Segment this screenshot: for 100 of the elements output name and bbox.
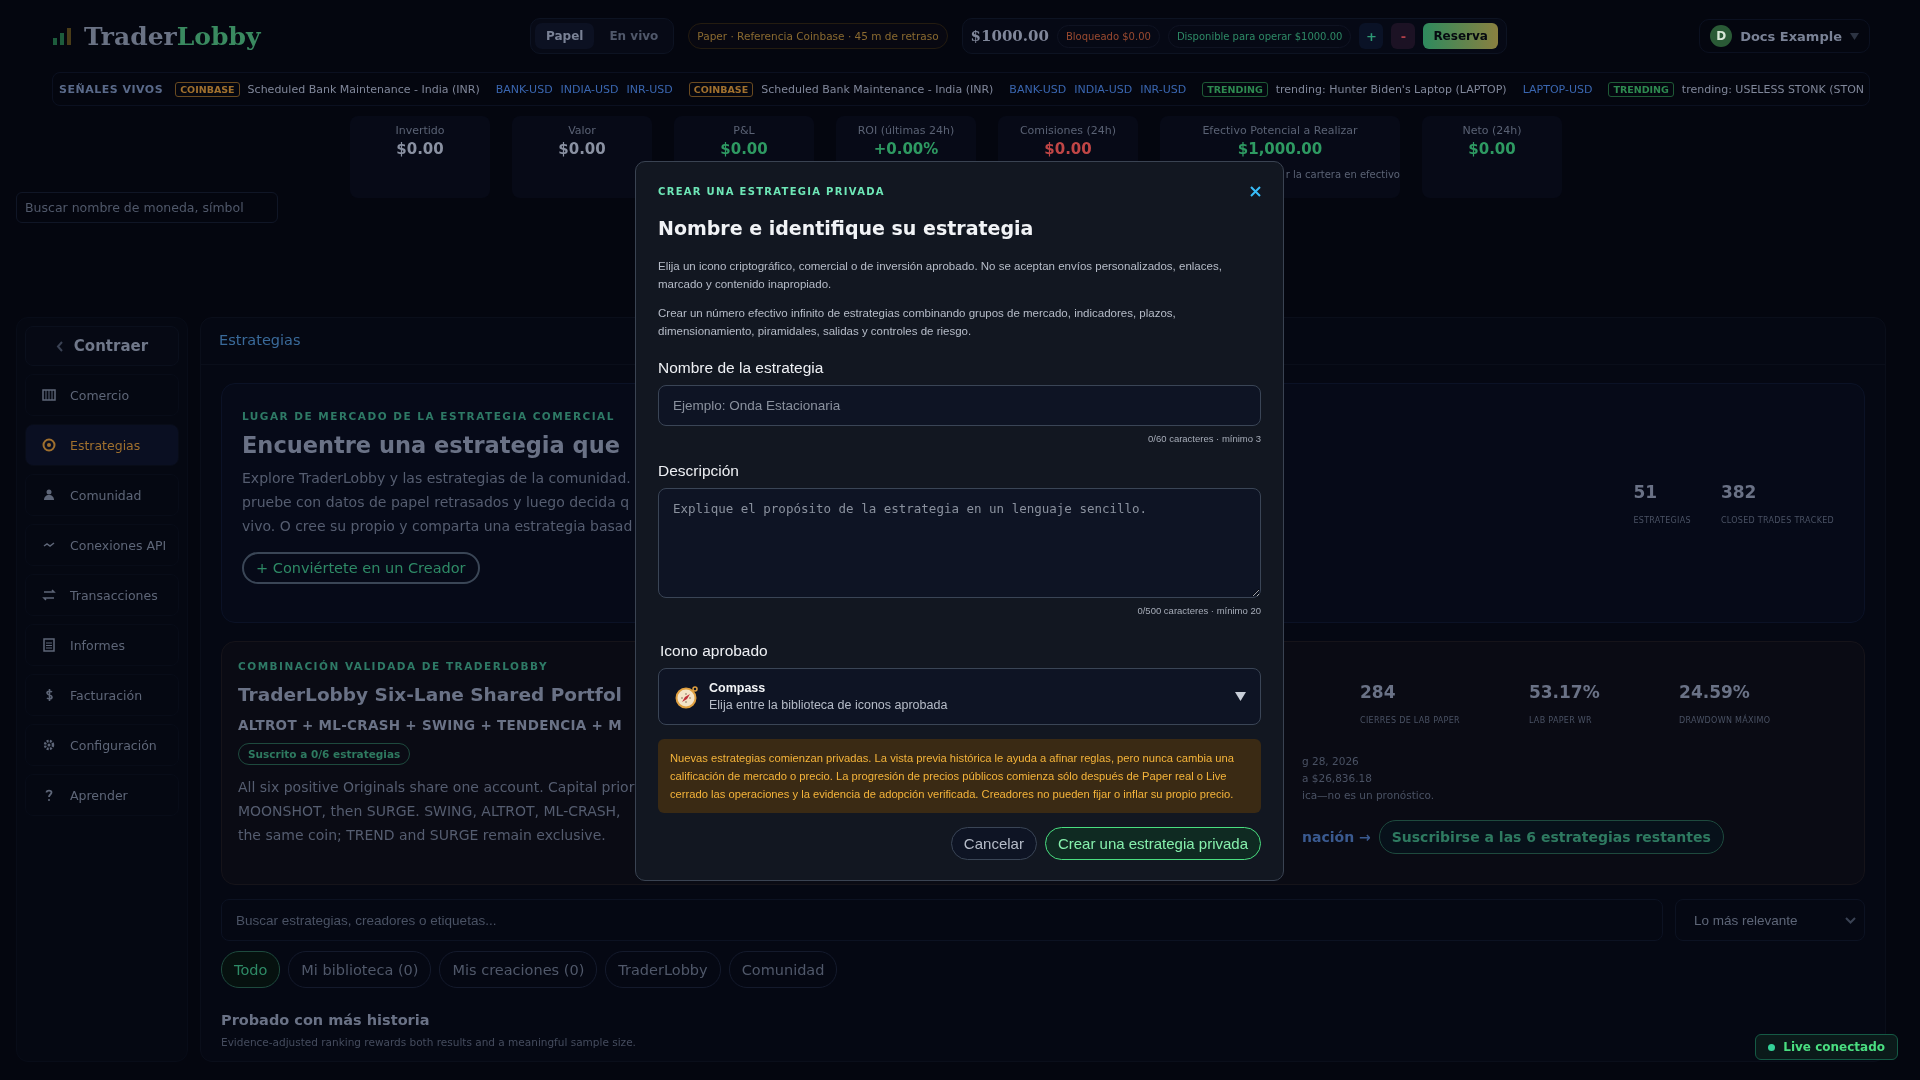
user-name: Docs Example: [1740, 28, 1842, 44]
withdraw-button[interactable]: -: [1391, 23, 1416, 49]
notice-message: Nuevas estrategias comienzan privadas. La vista previa histórica le ayuda a afinar reglas, pero nunca cambia una calificación de mercado o precio. La progresión de precios públicos comienza sólo después de Paper real o Live cerrado las operaciones y la evidencia de adopción verificada. Creadores no pueden fijar o inflar su propio precio.: [658, 739, 1261, 813]
icon-select[interactable]: Compass Elija entre la biblioteca de iconos aprobada: [658, 668, 1261, 725]
sidebar-item[interactable]: Aprender: [25, 774, 179, 816]
feed-status: Paper · Referencia Coinbase · 45 m de retraso: [688, 23, 948, 49]
metric-note: r la cartera en efectivo: [1285, 169, 1400, 180]
body-line: Explore TraderLobby y las estrategias de la comunidad.: [242, 469, 632, 488]
stat-label: DRAWDOWN MÁXIMO: [1679, 716, 1772, 725]
metric-value: $0.00: [720, 140, 768, 158]
card-eyebrow: COMBINACIÓN VALIDADA DE TRADERLOBBY: [238, 660, 550, 672]
body-line: MOONSHOT, then SURGE. SWING, ALTROT, ML-CRASH,: [238, 802, 622, 821]
detail-line: ica—no es un pronóstico.: [1302, 788, 1436, 803]
metric-label: Invertido: [395, 124, 445, 137]
sort-dropdown[interactable]: Lo más relevante: [1675, 899, 1865, 941]
body-line: pruebe con datos de papel retrasados y luego decida q: [242, 493, 631, 512]
body-line: the same coin; TREND and SURGE remain exclusive.: [238, 826, 607, 845]
collapse-button[interactable]: Contraer: [25, 326, 179, 366]
detail-line: a $26,836.18: [1302, 771, 1373, 786]
strategy-name-field[interactable]: Ejemplo: Onda Estacionaria: [658, 385, 1261, 426]
sidebar-item[interactable]: Transacciones: [25, 574, 179, 616]
detail-line: g 28, 2026: [1302, 754, 1360, 769]
card-eyebrow: LUGAR DE MERCADO DE LA ESTRATEGIA COMERCIAL: [242, 410, 616, 422]
metric-label: Efectivo Potencial a Realizar: [1202, 124, 1358, 137]
metric-value: $0.00: [1468, 140, 1516, 158]
stat-label: CIERRES DE LAB PAPER: [1360, 716, 1461, 725]
lane-list: ALTROT + ML-CRASH + SWING + TENDENCIA + M: [238, 717, 658, 733]
signal-text: Scheduled Bank Maintenance - India (INR): [247, 82, 480, 96]
symbol-link[interactable]: INDIA-USD: [1074, 82, 1133, 96]
signal-text: Scheduled Bank Maintenance - India (INR): [761, 82, 994, 96]
sidebar-item[interactable]: Comercio: [25, 374, 179, 416]
character-counter: 0/60 caracteres · mínimo 3: [1148, 433, 1261, 444]
symbol-link[interactable]: INDIA-USD: [560, 82, 619, 96]
sidebar-item[interactable]: Configuración: [25, 724, 179, 766]
deposit-button[interactable]: +: [1359, 23, 1384, 49]
cancel-button[interactable]: Cancelar: [950, 827, 1037, 860]
character-counter: 0/500 caracteres · mínimo 20: [1137, 605, 1261, 616]
body-line: All six positive Originals share one account. Capital prior: [238, 778, 636, 797]
body-line: vivo. O cree su propio y comparta una estrategia basad: [242, 517, 634, 536]
source-tag: TRENDING: [1202, 81, 1268, 97]
details-link[interactable]: nación →: [1302, 829, 1371, 845]
stat-label: CLOSED TRADES TRACKED: [1720, 515, 1834, 525]
user-avatar: D: [1710, 25, 1733, 47]
filter-chip[interactable]: Comunidad: [728, 951, 838, 988]
filter-chip[interactable]: Mi biblioteca (0): [288, 951, 432, 988]
metric-value: $1,000.00: [1237, 140, 1323, 158]
filter-chip[interactable]: TraderLobby: [605, 951, 721, 988]
sidebar-item[interactable]: Conexiones API: [25, 524, 179, 566]
app-logo[interactable]: TraderLobby: [84, 21, 261, 51]
filter-chip[interactable]: Mis creaciones (0): [439, 951, 598, 988]
stat-value: 382: [1720, 481, 1758, 502]
sidebar-item[interactable]: Informes: [25, 624, 179, 666]
stat-label: ESTRATEGIAS: [1633, 515, 1691, 525]
symbol-link[interactable]: INR-USD: [626, 82, 673, 96]
connection-status: Live conectado: [1755, 1034, 1898, 1060]
symbol-link[interactable]: BANK-USD: [495, 82, 553, 96]
stat-value: 51: [1633, 481, 1659, 502]
balance: $1000.00: [970, 27, 1049, 45]
field-label: Descripción: [658, 462, 740, 480]
field-label: Icono aprobado: [660, 642, 769, 660]
stat-value: 24.59%: [1679, 682, 1751, 702]
coin-search-field[interactable]: Buscar nombre de moneda, símbol: [16, 192, 278, 223]
signal-text: trending: Hunter Biden's Laptop (LAPTOP): [1275, 82, 1507, 96]
metric-label: Valor: [568, 124, 596, 137]
sidebar-item[interactable]: Facturación: [25, 674, 179, 716]
stat-label: LAB PAPER WR: [1528, 716, 1593, 725]
create-button[interactable]: Crear una estrategia privada: [1044, 827, 1261, 860]
sidebar-item[interactable]: Comunidad: [25, 474, 179, 516]
source-tag: COINBASE: [175, 81, 240, 97]
metric-value: $0.00: [396, 140, 444, 158]
stat-value: 53.17%: [1528, 682, 1601, 702]
become-creator-button[interactable]: + Conviértete en un Creador: [242, 552, 480, 584]
primary-button[interactable]: Reserva: [1423, 23, 1498, 49]
source-tag: COINBASE: [688, 81, 754, 97]
symbol-link[interactable]: BANK-USD: [1009, 82, 1067, 96]
dialog-title: Nombre e identifique su estrategia: [658, 217, 1035, 239]
subscribe-button[interactable]: Suscribirse a las 6 estrategias restantes: [1378, 820, 1724, 854]
strategy-search-field[interactable]: Buscar estrategias, creadores o etiquetas...: [221, 899, 1663, 941]
combo-title: TraderLobby Six-Lane Shared Portfol: [238, 684, 623, 705]
stat-value: 284: [1360, 682, 1397, 702]
user-menu[interactable]: D Docs Example: [1699, 19, 1870, 53]
symbol-link[interactable]: LAPTOP-USD: [1522, 82, 1593, 96]
icon-hint: Elija entre la biblioteca de iconos aprobada: [709, 698, 949, 712]
sidebar-item[interactable]: Estrategias: [25, 424, 179, 466]
section-title: Probado con más historia: [221, 1012, 430, 1028]
ticker-label: SEÑALES VIVOS: [59, 82, 164, 96]
mode-tab[interactable]: En vivo: [598, 23, 670, 49]
mode-tab[interactable]: Papel: [535, 23, 595, 49]
metric-label: P&L: [733, 124, 755, 137]
metric-value: $0.00: [1044, 140, 1092, 158]
dialog-paragraph: Elija un icono criptográfico, comercial o de inversión aprobado. No se aceptan envíos personalizados, enlaces, marcado y contenido inapropiado.: [658, 259, 1223, 292]
metric-label: Neto (24h): [1462, 124, 1522, 137]
icon-name: Compass: [709, 681, 767, 695]
dialog-eyebrow: CREAR UNA ESTRATEGIA PRIVADA: [658, 186, 885, 197]
symbol-link[interactable]: INR-USD: [1140, 82, 1187, 96]
description-field[interactable]: Explique el propósito de la estrategia en un lenguaje sencillo.: [658, 488, 1261, 598]
metric-label: Comisiones (24h): [1019, 124, 1117, 137]
metric-value: $0.00: [558, 140, 606, 158]
filter-chip[interactable]: Todo: [221, 951, 281, 988]
signal-text: trending: USELESS STONK (STON: [1681, 82, 1865, 96]
